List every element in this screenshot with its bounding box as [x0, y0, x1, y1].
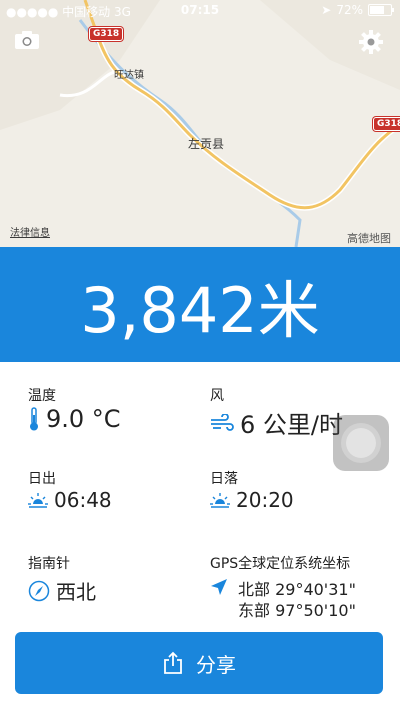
assistive-touch-icon [346, 428, 376, 458]
status-bar: ●●●●● 中国移动 3G 07:15 ➤ 72% [0, 0, 400, 20]
battery-percent: 72% [336, 3, 363, 17]
thermometer-icon [30, 407, 38, 431]
share-icon [164, 651, 182, 674]
sunset-value: 20:20 [236, 488, 294, 512]
share-button[interactable]: 分享 [15, 632, 383, 694]
wind-row: 6 公里/时 [210, 405, 343, 440]
sunset-row: 20:20 [210, 488, 294, 512]
battery-icon [368, 4, 394, 16]
sunrise-icon [28, 493, 48, 508]
gps-label: GPS全球定位系统坐标 [210, 556, 351, 572]
legal-info-link[interactable]: 法律信息 [10, 224, 50, 239]
temperature-value: 9.0 °C [46, 405, 121, 433]
share-label: 分享 [196, 652, 236, 677]
altitude-value: 3,842米 [80, 273, 320, 347]
gps-east: 东部 97°50'10" [238, 601, 356, 620]
sunrise-label: 日出 [28, 471, 56, 487]
camera-icon [15, 31, 39, 49]
sunset-icon [210, 493, 230, 508]
battery-level [370, 6, 385, 14]
map-attribution: 高德地图 [347, 232, 391, 245]
sunrise-row: 06:48 [28, 488, 112, 512]
map-view[interactable]: ●●●●● 中国移动 3G 07:15 ➤ 72% G318 G31 旺达镇 左… [0, 0, 400, 247]
altitude-banner: 3,842米 [0, 247, 400, 362]
sunset-label: 日落 [210, 471, 238, 487]
compass-icon [28, 580, 50, 601]
temperature-row: 9.0 °C [28, 405, 121, 433]
assistive-touch-button[interactable] [333, 415, 389, 471]
compass-label: 指南针 [28, 556, 70, 572]
sunrise-value: 06:48 [54, 488, 112, 512]
road-badge-g318: G318 [89, 27, 124, 41]
town-label: 旺达镇 [114, 70, 144, 81]
map-roads [0, 0, 400, 247]
county-label: 左贡县 [188, 137, 225, 151]
wind-icon [211, 413, 234, 431]
location-arrow-icon: ➤ [321, 3, 332, 17]
temperature-label: 温度 [28, 388, 56, 404]
gear-icon [359, 30, 383, 54]
wind-value: 6 公里/时 [240, 411, 343, 439]
compass-value: 西北 [56, 580, 96, 604]
road-badge-g318-east: G318 [373, 117, 400, 131]
location-arrow-icon [211, 579, 227, 595]
compass-row: 西北 [28, 576, 96, 605]
wind-label: 风 [210, 388, 224, 404]
